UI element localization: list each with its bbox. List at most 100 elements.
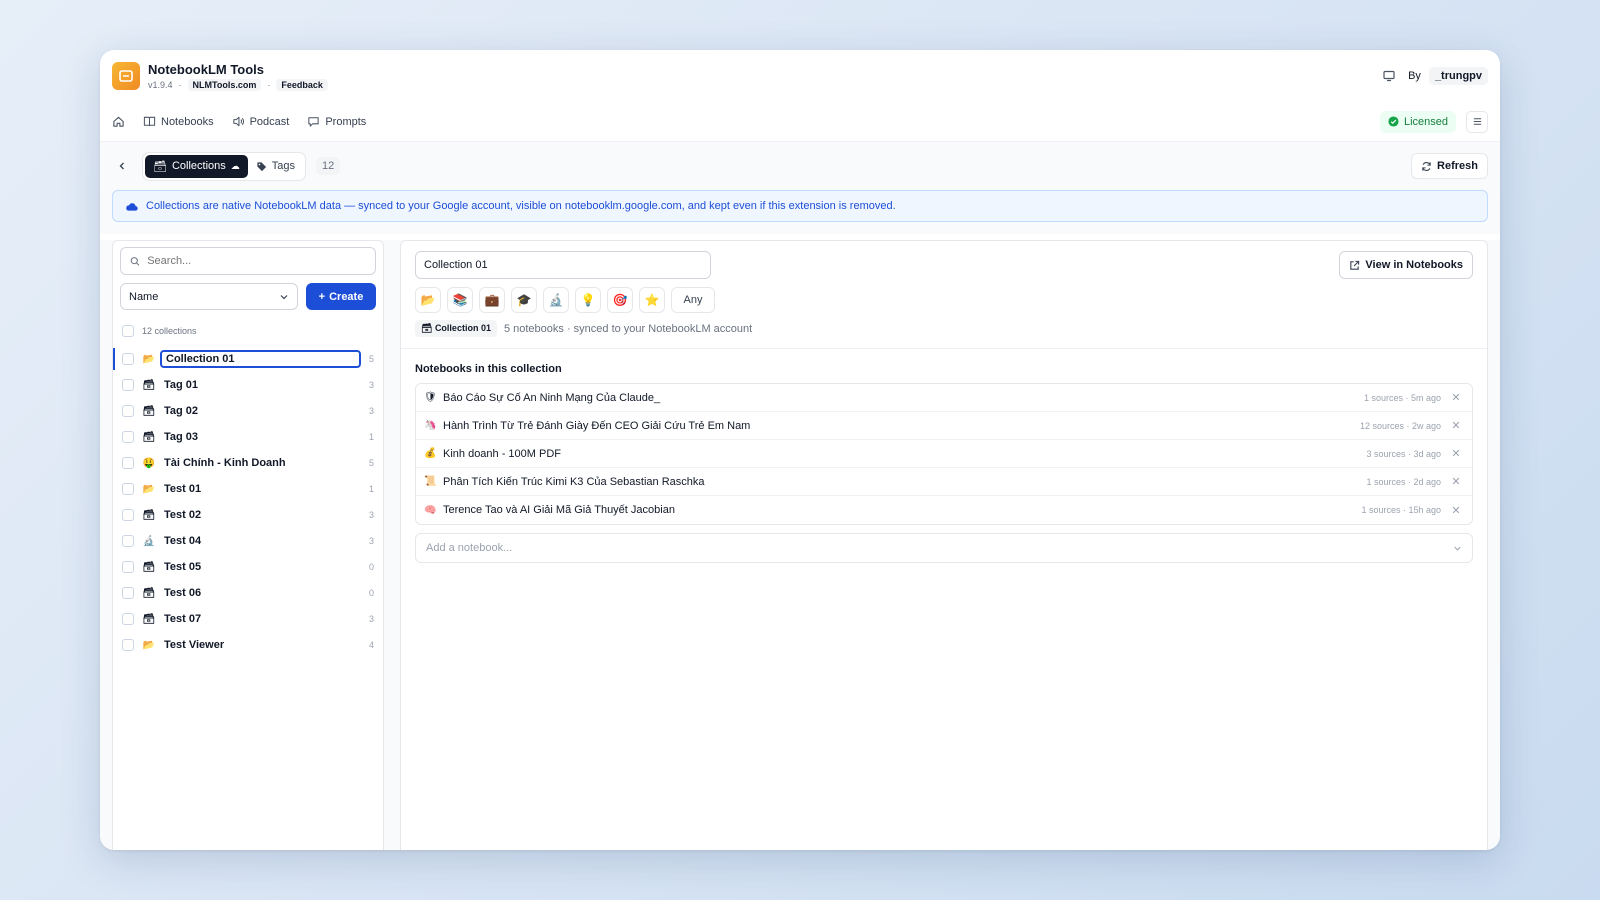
icon-option-bulb[interactable]: 💡	[575, 287, 601, 313]
icon-option-graduation[interactable]: 🎓	[511, 287, 537, 313]
collection-name: Test 06	[164, 587, 202, 599]
collection-chip: 🗃 Collection 01	[415, 320, 497, 337]
create-button[interactable]: + Create	[306, 283, 376, 310]
notebook-title[interactable]: Terence Tao và AI Giải Mã Giả Thuyết Jac…	[443, 504, 1354, 516]
nav-notebooks[interactable]: Notebooks	[143, 115, 214, 128]
nav-prompts[interactable]: Prompts	[307, 115, 366, 128]
search-field[interactable]	[120, 247, 376, 275]
row-checkbox[interactable]	[122, 431, 134, 443]
table-row[interactable]: 💰 Kinh doanh - 100M PDF 3 sources · 3d a…	[416, 440, 1472, 468]
row-checkbox[interactable]	[122, 535, 134, 547]
row-checkbox[interactable]	[122, 405, 134, 417]
feedback-link[interactable]: Feedback	[276, 78, 328, 91]
chevron-down-icon	[1454, 546, 1461, 551]
collection-name: Test 02	[164, 509, 202, 521]
collection-name[interactable]: Collection 01	[160, 350, 361, 368]
collection-icon: 🔬	[142, 535, 156, 547]
collection-name: Test 01	[164, 483, 202, 495]
menu-button[interactable]	[1466, 110, 1488, 133]
sort-select[interactable]: Name	[120, 283, 298, 310]
refresh-button[interactable]: Refresh	[1411, 153, 1488, 179]
monitor-icon[interactable]	[1378, 65, 1400, 87]
notebook-icon: 🦄	[424, 420, 437, 431]
list-item[interactable]: 🗃 Test 07 3	[113, 606, 383, 632]
list-item[interactable]: 🗃 Tag 02 3	[113, 398, 383, 424]
select-all-checkbox[interactable]	[122, 325, 134, 337]
collection-icon: 📂	[142, 483, 156, 495]
collection-icon: 📂	[142, 353, 156, 365]
chevron-left-icon	[119, 162, 124, 170]
list-item[interactable]: 🔬 Test 04 3	[113, 528, 383, 554]
icon-option-books[interactable]: 📚	[447, 287, 473, 313]
collection-list: 📂 Collection 01 5 🗃 Tag 01 3 🗃 Tag 02 3	[113, 346, 383, 658]
collection-count: 3	[368, 536, 374, 546]
nav-podcast[interactable]: Podcast	[232, 115, 289, 128]
list-item[interactable]: 🗃 Tag 01 3	[113, 372, 383, 398]
collection-icon: 🗃	[142, 509, 156, 521]
row-checkbox[interactable]	[122, 613, 134, 625]
notebook-title[interactable]: Báo Cáo Sự Cố An Ninh Mạng Của Claude_	[443, 392, 1357, 404]
icon-option-any[interactable]: Any	[671, 287, 715, 313]
list-item[interactable]: 📂 Test Viewer 4	[113, 632, 383, 658]
remove-icon[interactable]: ✕	[1448, 391, 1464, 404]
notebook-meta: 12 sources · 2w ago	[1359, 420, 1441, 431]
list-item[interactable]: 🤑 Tài Chính - Kinh Doanh 5	[113, 450, 383, 476]
plus-icon: +	[318, 290, 326, 303]
search-input[interactable]	[147, 255, 366, 267]
list-item[interactable]: 🗃 Test 06 0	[113, 580, 383, 606]
list-item[interactable]: 🗃 Test 02 3	[113, 502, 383, 528]
collection-name: Tag 02	[164, 405, 199, 417]
row-checkbox[interactable]	[122, 587, 134, 599]
site-link[interactable]: NLMTools.com	[187, 78, 262, 91]
collection-count: 5	[368, 354, 374, 364]
list-item[interactable]: 📂 Test 01 1	[113, 476, 383, 502]
table-row[interactable]: 🧠 Terence Tao và AI Giải Mã Giả Thuyết J…	[416, 496, 1472, 524]
add-notebook-select[interactable]: Add a notebook...	[415, 533, 1473, 563]
row-checkbox[interactable]	[122, 353, 134, 365]
remove-icon[interactable]: ✕	[1448, 419, 1464, 432]
tab-tags[interactable]: Tags	[248, 155, 303, 177]
app-logo	[112, 62, 140, 90]
hamburger-icon	[1473, 118, 1481, 125]
remove-icon[interactable]: ✕	[1448, 504, 1464, 517]
collection-name-field[interactable]: Collection 01	[415, 251, 711, 279]
row-checkbox[interactable]	[122, 509, 134, 521]
table-row[interactable]: 🛡 Báo Cáo Sự Cố An Ninh Mạng Của Claude_…	[416, 384, 1472, 412]
notebook-icon: 📜	[424, 476, 437, 487]
remove-icon[interactable]: ✕	[1448, 475, 1464, 488]
list-item[interactable]: 🗃 Test 05 0	[113, 554, 383, 580]
row-checkbox[interactable]	[122, 639, 134, 651]
row-checkbox[interactable]	[122, 483, 134, 495]
icon-option-folder[interactable]: 📂	[415, 287, 441, 313]
remove-icon[interactable]: ✕	[1448, 447, 1464, 460]
collection-icon: 🗃	[142, 431, 156, 443]
add-notebook-placeholder: Add a notebook...	[426, 542, 513, 554]
nav-home[interactable]	[112, 115, 125, 128]
collection-icon: 🗃	[142, 587, 156, 599]
content-area: Name + Create 12 collections 📂 Collectio…	[100, 240, 1500, 850]
notebooks-section-title: Notebooks in this collection	[415, 363, 562, 375]
row-checkbox[interactable]	[122, 379, 134, 391]
notebook-icon: 🛡	[424, 392, 437, 403]
table-row[interactable]: 📜 Phân Tích Kiến Trúc Kimi K3 Của Sebast…	[416, 468, 1472, 496]
view-in-notebooks-button[interactable]: View in Notebooks	[1339, 251, 1473, 279]
icon-option-briefcase[interactable]: 💼	[479, 287, 505, 313]
tag-icon	[257, 161, 266, 171]
back-button[interactable]	[112, 156, 132, 176]
table-row[interactable]: 🦄 Hành Trình Từ Trẻ Đánh Giày Đến CEO Gi…	[416, 412, 1472, 440]
notebook-meta: 1 sources · 2d ago	[1366, 476, 1441, 487]
author-link[interactable]: _trungpv	[1428, 67, 1488, 85]
notebook-title[interactable]: Phân Tích Kiến Trúc Kimi K3 Của Sebastia…	[443, 476, 1359, 488]
notebook-title[interactable]: Hành Trình Từ Trẻ Đánh Giày Đến CEO Giải…	[443, 420, 1353, 432]
icon-option-microscope[interactable]: 🔬	[543, 287, 569, 313]
notebook-icon: 🧠	[424, 504, 437, 516]
notebook-title[interactable]: Kinh doanh - 100M PDF	[443, 448, 1359, 460]
list-item[interactable]: 📂 Collection 01 5	[113, 346, 383, 372]
list-item[interactable]: 🗃 Tag 03 1	[113, 424, 383, 450]
icon-option-target[interactable]: 🎯	[607, 287, 633, 313]
row-checkbox[interactable]	[122, 457, 134, 469]
by-label: By	[1408, 70, 1421, 82]
icon-option-star[interactable]: ⭐	[639, 287, 665, 313]
row-checkbox[interactable]	[122, 561, 134, 573]
tab-collections[interactable]: 🗃 Collections ☁	[145, 154, 248, 178]
